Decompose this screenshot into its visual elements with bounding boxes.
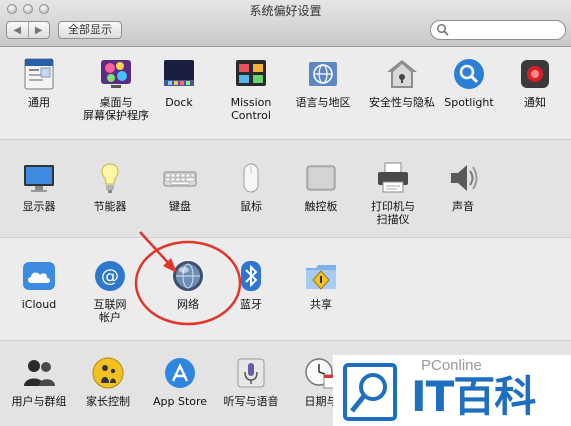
pref-pane-label: Spotlight (444, 96, 494, 109)
pref-pane-label: 语言与地区 (295, 96, 351, 109)
parental-controls-icon (90, 355, 126, 391)
pref-pane-label: 节能器 (93, 200, 127, 213)
pref-pane-security[interactable]: 安全性与隐私 (367, 56, 437, 109)
pref-pane-printers[interactable]: 打印机与 扫描仪 (358, 160, 428, 226)
mouse-icon (233, 160, 269, 196)
printer-icon (375, 160, 411, 196)
pref-pane-icloud[interactable]: iCloud (4, 258, 74, 311)
language-region-icon (305, 56, 341, 92)
trackpad-icon (303, 160, 339, 196)
pref-pane-label: 共享 (310, 298, 332, 311)
pref-pane-label: 通用 (28, 96, 50, 109)
pref-pane-label: 桌面与 屏幕保护程序 (83, 96, 149, 122)
pref-pane-label: 听写与语音 (223, 395, 279, 408)
pref-pane-label: 声音 (452, 200, 474, 213)
pref-pane-label: 键盘 (169, 200, 191, 213)
at-sign-icon: @ (92, 258, 128, 294)
pref-pane-label: 互联网 帐户 (93, 298, 127, 324)
bluetooth-icon (233, 258, 269, 294)
pref-pane-dictation[interactable]: 听写与语音 (216, 355, 286, 408)
display-icon (21, 160, 57, 196)
forward-button[interactable]: ▶ (27, 22, 50, 38)
pref-pane-desktop[interactable]: 桌面与 屏幕保护程序 (81, 56, 151, 122)
security-house-icon (384, 56, 420, 92)
pref-pane-mission[interactable]: Mission Control (216, 56, 286, 122)
pref-pane-keyboard[interactable]: 键盘 (145, 160, 215, 213)
system-preferences-window: 系统偏好设置 ◀ ▶ 全部显示 通用 桌面与 屏幕保护程序 Dock Mission … (0, 0, 571, 426)
speaker-icon (445, 160, 481, 196)
sharing-folder-icon (303, 258, 339, 294)
pref-pane-label: 触控板 (304, 200, 338, 213)
pref-pane-label: 通知 (524, 96, 546, 109)
pref-pane-label: Mission Control (230, 96, 272, 122)
pref-pane-label: iCloud (21, 298, 57, 311)
pref-pane-parental[interactable]: 家长控制 (73, 355, 143, 408)
app-store-icon (162, 355, 198, 391)
keyboard-icon (162, 160, 198, 196)
search-icon (436, 23, 449, 36)
pref-pane-notifications[interactable]: 通知 (500, 56, 570, 109)
pref-pane-label: App Store (152, 395, 208, 408)
pref-pane-label: 鼠标 (240, 200, 262, 213)
window-title: 系统偏好设置 (249, 4, 322, 18)
pref-pane-label: 家长控制 (86, 395, 130, 408)
pref-pane-trackpad[interactable]: 触控板 (286, 160, 356, 213)
spotlight-icon (451, 56, 487, 92)
pconline-watermark: PConline IT百科 (333, 355, 571, 426)
svg-text:@: @ (101, 266, 119, 287)
navigation-buttons: ◀ ▶ (6, 21, 50, 39)
notifications-icon (517, 56, 553, 92)
pref-pane-mouse[interactable]: 鼠标 (216, 160, 286, 213)
lightbulb-icon (92, 160, 128, 196)
show-all-button[interactable]: 全部显示 (58, 21, 122, 39)
pconline-logo-icon (343, 363, 397, 421)
pref-pane-label: 蓝牙 (240, 298, 262, 311)
pref-pane-label: 用户与群组 (11, 395, 67, 408)
pref-pane-displays[interactable]: 显示器 (4, 160, 74, 213)
pref-pane-appstore[interactable]: App Store (145, 355, 215, 408)
users-icon (21, 355, 57, 391)
pref-pane-bluetooth[interactable]: 蓝牙 (216, 258, 286, 311)
pref-pane-energy[interactable]: 节能器 (75, 160, 145, 213)
general-icon (21, 56, 57, 92)
network-globe-icon (170, 258, 206, 294)
pref-pane-dock[interactable]: Dock (144, 56, 214, 109)
microphone-icon (233, 355, 269, 391)
pref-pane-internet[interactable]: @ 互联网 帐户 (75, 258, 145, 324)
pref-pane-label: 网络 (177, 298, 199, 311)
pref-pane-sharing[interactable]: 共享 (286, 258, 356, 311)
desktop-screensaver-icon (98, 56, 134, 92)
mission-control-icon (233, 56, 269, 92)
pref-pane-language[interactable]: 语言与地区 (288, 56, 358, 109)
dock-icon (161, 56, 197, 92)
pref-pane-users[interactable]: 用户与群组 (4, 355, 74, 408)
pref-pane-spotlight[interactable]: Spotlight (434, 56, 504, 109)
search-field[interactable] (430, 20, 566, 40)
watermark-it-baike-text: IT百科 (411, 372, 536, 421)
pref-pane-network[interactable]: 网络 (153, 258, 223, 311)
pref-pane-label: Dock (165, 96, 193, 109)
pref-pane-label: 安全性与隐私 (369, 96, 435, 109)
icloud-icon (21, 258, 57, 294)
pref-pane-label: 显示器 (22, 200, 56, 213)
pref-pane-general[interactable]: 通用 (4, 56, 74, 109)
title-bar: 系统偏好设置 ◀ ▶ 全部显示 (0, 0, 571, 47)
back-button[interactable]: ◀ (7, 22, 28, 38)
pref-pane-sound[interactable]: 声音 (428, 160, 498, 213)
pref-pane-label: 打印机与 扫描仪 (371, 200, 415, 226)
